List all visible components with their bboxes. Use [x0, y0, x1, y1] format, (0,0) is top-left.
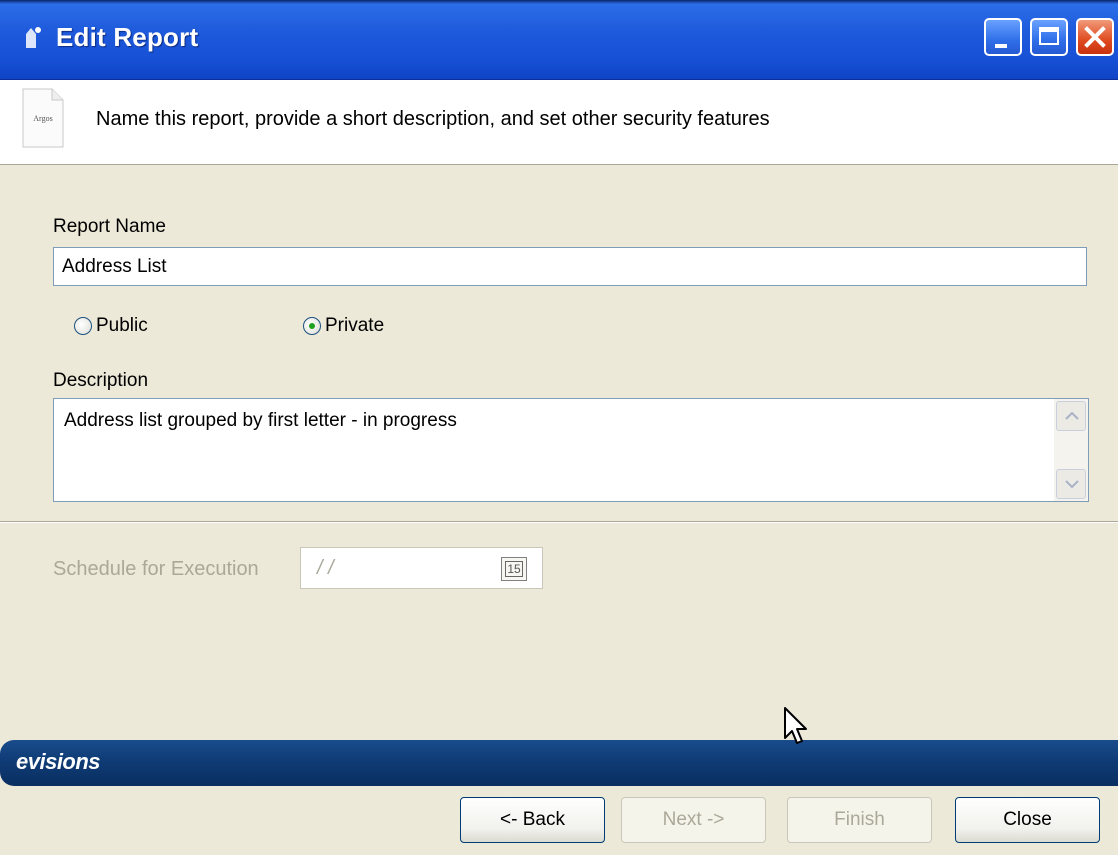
- title-bar[interactable]: Edit Report: [0, 0, 1118, 80]
- description-text: Address list grouped by first letter - i…: [64, 410, 457, 431]
- schedule-label: Schedule for Execution: [53, 558, 259, 580]
- public-radio-circle[interactable]: [74, 317, 92, 335]
- minimize-icon: [995, 44, 1007, 48]
- mouse-cursor-icon: [784, 707, 807, 744]
- section-divider: [0, 521, 1118, 523]
- schedule-date-field[interactable]: / / 15: [300, 547, 543, 589]
- next-button[interactable]: Next ->: [621, 797, 766, 843]
- close-icon: [1084, 26, 1106, 48]
- description-label: Description: [53, 370, 149, 391]
- scroll-up-button[interactable]: [1056, 401, 1086, 431]
- report-name-input[interactable]: [53, 247, 1087, 286]
- dialog-header: Argos Name this report, provide a short …: [0, 80, 1118, 165]
- schedule-date-value: / /: [317, 557, 334, 579]
- chevron-down-icon: [1065, 480, 1079, 489]
- private-radio-circle[interactable]: [303, 317, 321, 335]
- maximize-button[interactable]: [1030, 18, 1068, 56]
- minimize-button[interactable]: [984, 18, 1022, 56]
- scroll-down-button[interactable]: [1056, 469, 1086, 499]
- description-textarea[interactable]: Address list grouped by first letter - i…: [53, 398, 1089, 502]
- window-title: Edit Report: [56, 22, 199, 52]
- report-document-icon: Argos: [22, 88, 64, 148]
- private-radio[interactable]: Private: [303, 315, 384, 337]
- close-window-button[interactable]: [1076, 18, 1114, 56]
- description-scrollbar[interactable]: [1054, 399, 1088, 501]
- maximize-icon: [1039, 27, 1059, 45]
- finish-button[interactable]: Finish: [787, 797, 932, 843]
- brand-bar: evisions: [0, 740, 1118, 786]
- document-icon-label: Argos: [33, 114, 53, 123]
- close-button[interactable]: Close: [955, 797, 1100, 843]
- app-icon: [26, 27, 41, 48]
- public-radio[interactable]: Public: [74, 315, 148, 337]
- chevron-up-icon: [1065, 411, 1079, 420]
- public-radio-label: Public: [96, 315, 148, 336]
- edit-report-dialog: Edit Report Argos Name this report, prov…: [0, 0, 1118, 855]
- report-name-label: Report Name: [53, 216, 166, 237]
- calendar-icon[interactable]: 15: [501, 557, 527, 581]
- back-button[interactable]: <- Back: [460, 797, 605, 843]
- header-instructions: Name this report, provide a short descri…: [96, 108, 770, 130]
- private-radio-label: Private: [325, 315, 385, 336]
- brand-logo: evisions: [16, 749, 101, 774]
